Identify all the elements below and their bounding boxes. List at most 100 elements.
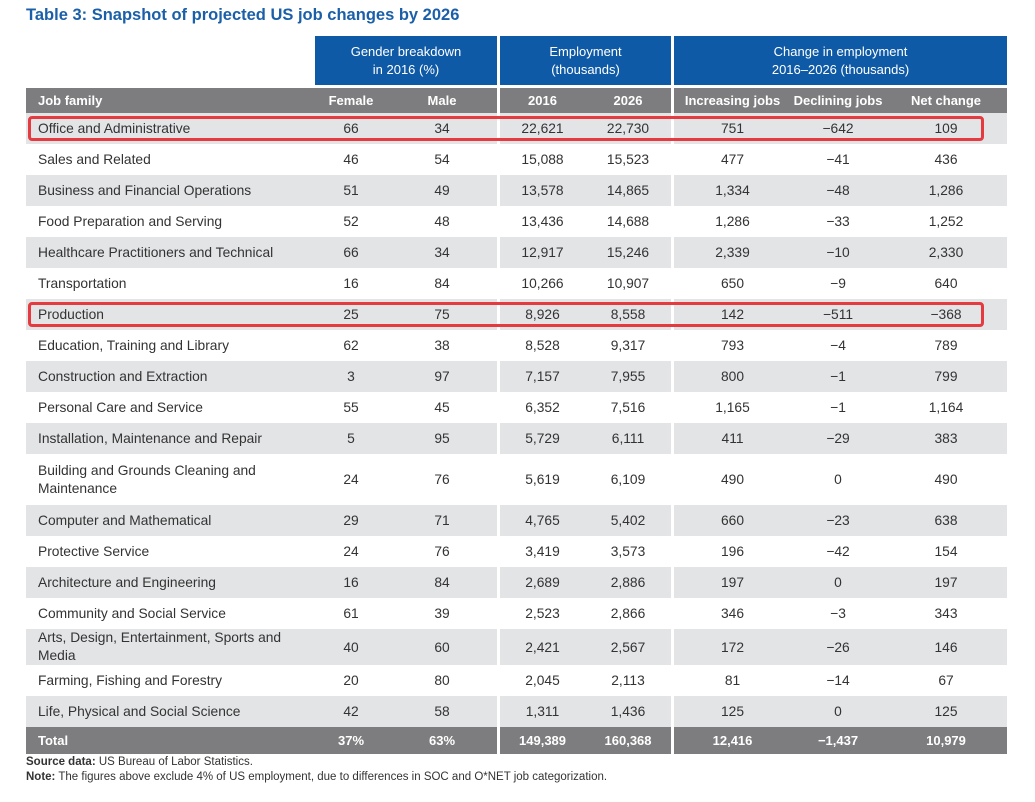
cell-dec: 0 xyxy=(791,567,886,598)
cell-dec: −42 xyxy=(826,544,850,559)
cell-female: 16 xyxy=(343,276,359,291)
cell-y2016: 6,352 xyxy=(497,392,585,423)
cell-dec: −26 xyxy=(791,629,886,665)
table-row: Food Preparation and Serving 52 48 13,436 14… xyxy=(26,206,1007,237)
cell-dec: −9 xyxy=(830,276,846,291)
cell-male: 34 xyxy=(387,237,498,268)
cell-male: 76 xyxy=(434,544,450,559)
cell-female: 42 xyxy=(315,696,387,727)
cell-job: Computer and Mathematical xyxy=(26,505,315,536)
cell-inc: 490 xyxy=(671,454,791,505)
cell-net: 2,330 xyxy=(885,237,1008,268)
cell-inc: 800 xyxy=(671,361,792,392)
cell-y2016: 7,157 xyxy=(497,361,586,392)
cell-y2026: 15,246 xyxy=(585,237,672,268)
cell-female: 24 xyxy=(343,544,359,559)
table-row: Sales and Related 46 54 15,088 15,523 477 −41 4… xyxy=(26,144,1007,175)
cell-net: 1,252 xyxy=(928,214,964,229)
source-label: Source data: xyxy=(26,756,96,768)
cell-dec: −1,437 xyxy=(791,727,886,754)
cell-y2016: 5,729 xyxy=(497,423,586,454)
cell-y2016: 4,765 xyxy=(497,505,586,536)
cell-inc: 650 xyxy=(671,268,791,299)
table-row: Protective Service 24 76 3,419 3,573 196 −42 15… xyxy=(26,536,1007,567)
cell-male: 54 xyxy=(434,152,450,167)
cell-net: 1,164 xyxy=(928,400,964,415)
cell-male: 95 xyxy=(387,423,498,454)
column-header-2016: 2016 xyxy=(497,85,586,113)
cell-dec: −33 xyxy=(826,214,850,229)
table-row: Arts, Design, Entertainment, Sports and … xyxy=(26,629,1008,665)
cell-y2016: 2,045 xyxy=(497,665,585,696)
cell-dec: −1 xyxy=(791,361,886,392)
cell-dec: −23 xyxy=(791,505,886,536)
cell-y2016: 13,436 xyxy=(497,206,585,237)
cell-male: 76 xyxy=(434,472,450,487)
cell-job: Sales and Related xyxy=(38,151,151,167)
cell-male: 97 xyxy=(387,361,498,392)
cell-net: 436 xyxy=(934,152,958,167)
cell-dec: −1 xyxy=(830,400,846,415)
cell-y2026: 14,865 xyxy=(585,175,672,206)
cell-female: 3 xyxy=(315,361,387,392)
cell-job: Architecture and Engineering xyxy=(26,567,315,598)
cell-job: Education, Training and Library xyxy=(38,337,229,353)
footnote: Note: The figures above exclude 4% of US… xyxy=(26,771,607,783)
cell-dec: 0 xyxy=(834,472,842,487)
cell-y2026: 9,317 xyxy=(610,338,646,353)
cell-inc: 477 xyxy=(671,144,791,175)
cell-male: 60 xyxy=(387,629,498,665)
cell-inc: 172 xyxy=(671,629,792,665)
cell-y2026: 160,368 xyxy=(585,727,672,754)
cell-net: 10,979 xyxy=(885,727,1008,754)
cell-female: 5 xyxy=(315,423,387,454)
cell-inc: 197 xyxy=(671,567,792,598)
cell-job: Protective Service xyxy=(38,543,150,559)
cell-y2026: 15,523 xyxy=(606,152,650,167)
cell-y2016: 2,421 xyxy=(497,629,586,665)
cell-y2026: 6,111 xyxy=(585,423,672,454)
table-row: Healthcare Practitioners and Technical 66… xyxy=(26,237,1008,268)
cell-inc: 1,286 xyxy=(671,206,791,237)
group-header-employment: Employment (thousands) xyxy=(497,36,672,85)
cell-male: 80 xyxy=(434,673,450,688)
cell-inc: 81 xyxy=(671,665,791,696)
cell-job: Life, Physical and Social Science xyxy=(26,696,315,727)
table-row: Education, Training and Library 62 38 8,528… xyxy=(26,330,1007,361)
cell-y2026: 7,516 xyxy=(610,400,646,415)
cell-y2026: 7,955 xyxy=(585,361,672,392)
table-row: Building and Grounds Cleaning and Mainte… xyxy=(26,454,1007,505)
column-header-male: Male xyxy=(387,85,498,113)
cell-net: 490 xyxy=(934,472,958,487)
cell-y2016: 3,419 xyxy=(497,536,585,567)
cell-y2026: 2,567 xyxy=(585,629,672,665)
table-row: Construction and Extraction 3 97 7,157 7,955… xyxy=(26,361,1008,392)
cell-female: 24 xyxy=(343,472,359,487)
cell-net: 789 xyxy=(934,338,958,353)
cell-male: 84 xyxy=(434,276,450,291)
cell-male: 49 xyxy=(387,175,498,206)
cell-dec: 0 xyxy=(791,696,886,727)
table-body: Office and Administrative 66 34 22,621 22,73… xyxy=(26,113,1008,754)
cell-female: 29 xyxy=(315,505,387,536)
cell-inc: 660 xyxy=(671,505,792,536)
source-text: US Bureau of Labor Statistics. xyxy=(95,756,253,768)
cell-y2016: 15,088 xyxy=(497,144,585,175)
cell-job: Total xyxy=(26,727,315,754)
cell-y2016: 2,689 xyxy=(497,567,586,598)
cell-net: 146 xyxy=(885,629,1008,665)
cell-job: Personal Care and Service xyxy=(38,399,203,415)
cell-y2026: 2,113 xyxy=(611,673,645,688)
cell-dec: −41 xyxy=(826,152,850,167)
group-header-change: Change in employment 2016–2026 (thousand… xyxy=(671,36,1008,85)
table-row: Transportation 16 84 10,266 10,907 650 −9 640 xyxy=(26,268,1007,299)
highlight-box-production xyxy=(28,302,984,327)
note-label: Note: xyxy=(26,771,56,783)
cell-net: 383 xyxy=(885,423,1008,454)
column-header-increasing-jobs: Increasing jobs xyxy=(671,85,792,113)
table-row: Life, Physical and Social Science 42 58 1,3… xyxy=(26,696,1008,727)
cell-female: 66 xyxy=(315,237,387,268)
cell-female: 37% xyxy=(315,727,387,754)
cell-net: 1,286 xyxy=(885,175,1008,206)
note-text: The figures above exclude 4% of US emplo… xyxy=(55,771,608,783)
